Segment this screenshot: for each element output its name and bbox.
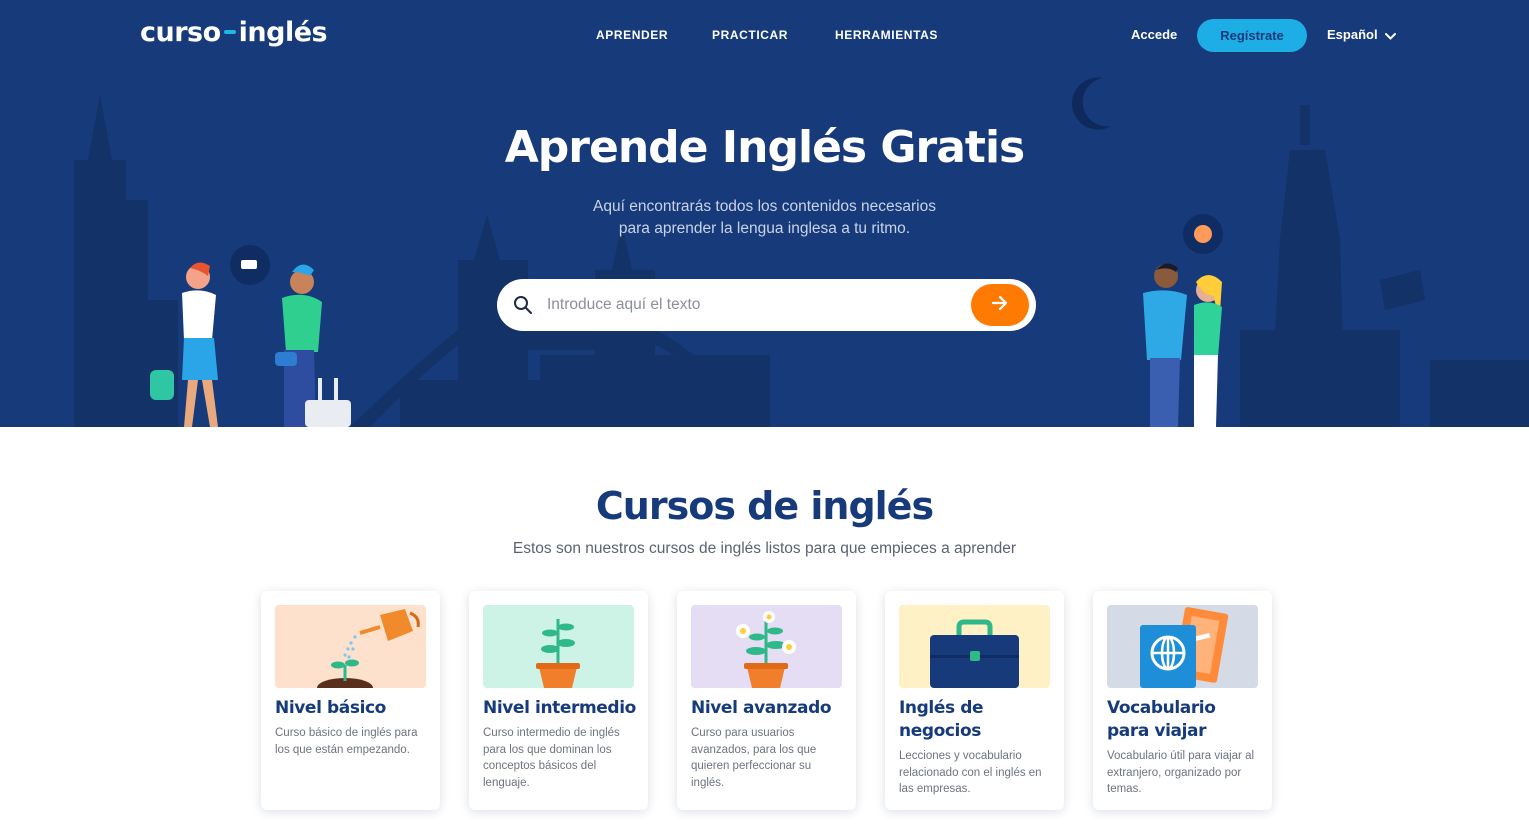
course-card-intermedio[interactable]: Nivel intermedio Curso intermedio de ing…: [469, 591, 648, 810]
register-button[interactable]: Regístrate: [1197, 19, 1307, 52]
logo-text-right: inglés: [238, 17, 328, 48]
logo-dash: [223, 29, 236, 34]
watering-plant-icon: [317, 609, 420, 688]
search-bar: [497, 279, 1036, 331]
login-link[interactable]: Accede: [1131, 27, 1177, 42]
course-description: Lecciones y vocabulario relacionado con …: [899, 750, 1042, 795]
site-logo[interactable]: curso inglés: [140, 17, 328, 48]
search-submit-button[interactable]: [971, 284, 1029, 326]
course-thumb-intermedio: [483, 605, 634, 688]
course-title: Vocabulario para viajar: [1107, 698, 1216, 741]
course-description: Curso intermedio de inglés para los que …: [483, 727, 620, 789]
search-icon: [513, 295, 533, 320]
briefcase-icon: [930, 619, 1019, 688]
course-card-basico[interactable]: Nivel básico Curso básico de inglés para…: [261, 591, 440, 810]
course-title: Inglés de negocios: [899, 698, 984, 741]
course-description: Curso básico de inglés para los que está…: [275, 727, 418, 756]
flowering-plant-icon: [736, 611, 796, 688]
courses-title: Cursos de inglés: [595, 484, 934, 528]
hero-subtitle-line1: Aquí encontrarás todos los contenidos ne…: [593, 198, 936, 215]
courses-subtitle: Estos son nuestros cursos de inglés list…: [512, 540, 1017, 557]
course-thumb-negocios: [899, 605, 1050, 688]
course-description: Vocabulario útil para viajar al extranje…: [1107, 750, 1255, 795]
course-thumb-viajar: [1107, 605, 1258, 688]
course-card-avanzado[interactable]: Nivel avanzado Curso para usuarios avanz…: [677, 591, 856, 810]
nav-herramientas[interactable]: HERRAMIENTAS: [835, 28, 938, 42]
nav-practicar[interactable]: PRACTICAR: [712, 28, 788, 42]
course-card-viajar[interactable]: Vocabulario para viajar Vocabulario útil…: [1093, 591, 1272, 810]
hero-banner: curso inglés APRENDER PRACTICAR HERRAMIEN…: [0, 0, 1529, 427]
course-card-negocios[interactable]: Inglés de negocios Lecciones y vocabular…: [885, 591, 1064, 810]
course-thumb-basico: [275, 605, 426, 688]
top-navigation: curso inglés APRENDER PRACTICAR HERRAMIEN…: [0, 0, 1529, 72]
chevron-down-icon: [1385, 28, 1397, 43]
logo-text-left: curso: [140, 17, 221, 48]
course-title: Nivel avanzado: [691, 698, 832, 718]
course-title: Nivel intermedio: [483, 698, 636, 718]
nav-aprender[interactable]: APRENDER: [596, 28, 668, 42]
potted-plant-icon: [536, 619, 580, 688]
language-label: Español: [1327, 27, 1378, 42]
hero-title: Aprende Inglés Gratis: [504, 122, 1026, 173]
search-input[interactable]: [547, 292, 957, 318]
hero-subtitle-line2: para aprender la lengua inglesa a tu rit…: [618, 220, 911, 237]
course-title: Nivel básico: [275, 698, 386, 718]
arrow-right-icon: [991, 295, 1009, 316]
passport-icon: [1140, 607, 1229, 688]
course-thumb-avanzado: [691, 605, 842, 688]
course-description: Curso para usuarios avanzados, para los …: [691, 727, 817, 789]
language-selector[interactable]: Español: [1327, 27, 1397, 43]
hero-subtitle: Aquí encontrarás todos los contenidos ne…: [0, 196, 1529, 240]
